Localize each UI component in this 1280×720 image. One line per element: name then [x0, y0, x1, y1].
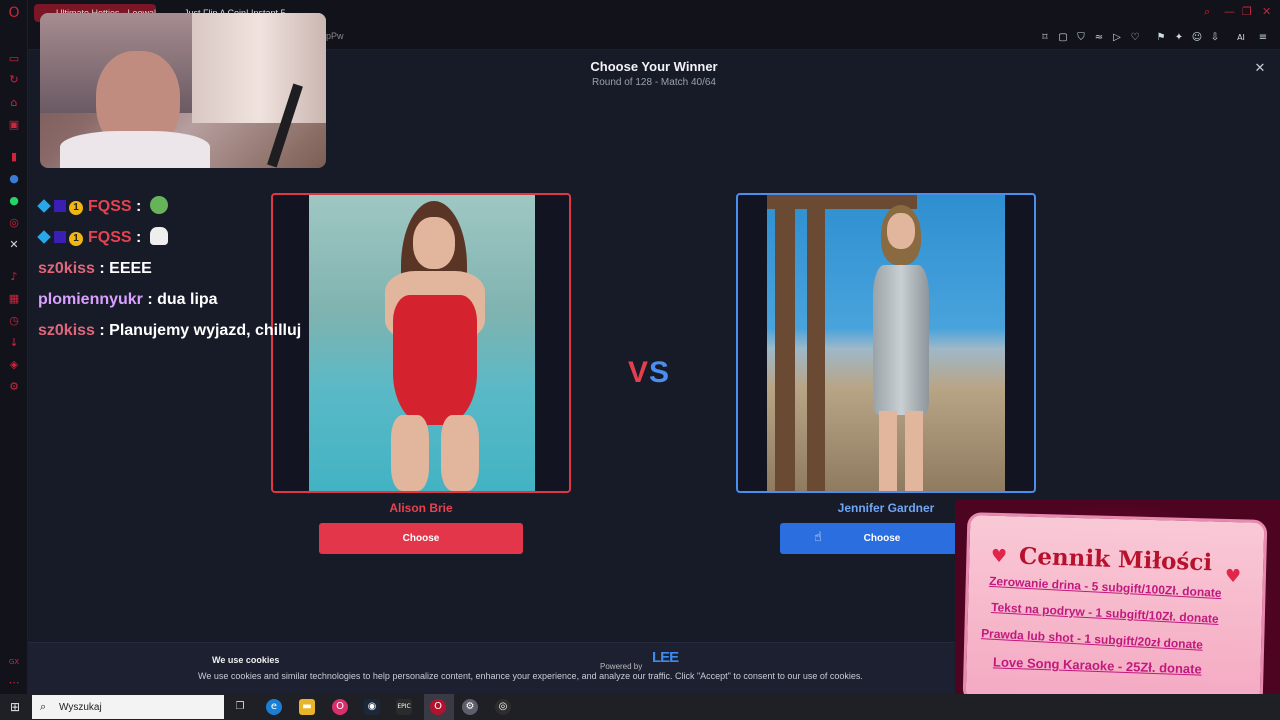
webcam-curtain [192, 13, 326, 123]
history-icon[interactable]: ◷ [7, 314, 21, 328]
chat-message: sz0kiss : EEEE [38, 260, 152, 277]
emote-icon [149, 196, 168, 214]
speed-dial-icon[interactable]: ↻ [7, 73, 21, 87]
powered-by-label: Powered by [600, 662, 643, 671]
shield-icon[interactable]: ⛉ [1074, 31, 1088, 45]
file-explorer-icon[interactable]: ▬ [299, 699, 315, 715]
opera-active-icon[interactable]: O [430, 699, 446, 715]
powered-by-logo[interactable]: LEE [652, 650, 679, 665]
chat-username: sz0kiss [38, 260, 95, 277]
minimize-icon[interactable]: — [1224, 5, 1235, 18]
url-text[interactable]: pPw [326, 31, 344, 41]
opera-gx-icon[interactable]: O [332, 699, 348, 715]
gift-badge-icon: 1 [69, 201, 83, 215]
task-view-icon[interactable]: ❐ [232, 699, 248, 715]
heart-icon: ♥ [991, 546, 1008, 567]
chat-message: 1 FQSS : [37, 195, 168, 219]
choose-left-button[interactable]: Choose [319, 523, 523, 554]
taskbar-search-input[interactable]: ⌕ Wyszukaj [32, 695, 224, 719]
wallet-icon[interactable]: ▭ [7, 52, 21, 66]
chat-text: Planujemy wyjazd, chilluj [109, 322, 302, 339]
instagram-icon[interactable]: ◎ [7, 216, 21, 230]
heart-icon[interactable]: ♡ [1128, 31, 1142, 45]
translate-icon[interactable]: ≈ [1092, 31, 1106, 45]
chat-message: plomiennyukr : dua lipa [38, 291, 218, 308]
chat-username: sz0kiss [38, 322, 95, 339]
cube-icon[interactable]: ◈ [7, 358, 21, 372]
snapshot-icon[interactable]: ▢ [1056, 31, 1070, 45]
windows-taskbar: ⊞ ⌕ Wyszukaj ❐ e ▬ O ◉ EPIC O ⚙ ◎ [0, 694, 1280, 720]
subscriber-badge-icon [54, 231, 66, 243]
gift-badge-icon: 1 [69, 232, 83, 246]
streamer-shirt [60, 131, 210, 168]
vs-label: VS [628, 356, 671, 389]
bookmark-icon[interactable]: ⌑ [1038, 31, 1052, 45]
jennifer-gardner-photo[interactable] [767, 195, 1005, 491]
search-placeholder: Wyszukaj [59, 702, 102, 713]
ai-icon[interactable]: AI [1232, 31, 1250, 45]
chat-overlay: 1 FQSS : 1 FQSS : sz0kiss : EEEE plomienny… [32, 192, 301, 347]
edge-icon[interactable]: e [266, 699, 282, 715]
hand-cursor-icon: ☝ [814, 530, 822, 545]
emote-icon [149, 227, 168, 245]
messenger-icon[interactable]: ● [7, 172, 21, 186]
music-icon[interactable]: ♪ [7, 270, 21, 284]
download-icon[interactable]: ↓ [7, 336, 21, 350]
contestant-name-left: Alison Brie [389, 501, 453, 515]
browser-sidebar: O ▭ ↻ ⌂ ▣ ▮ ● ● ◎ ✕ ♪ ▦ ◷ ↓ ◈ ⚙ GX ⋯ [0, 0, 28, 694]
contestant-card-right[interactable] [736, 193, 1036, 493]
cookie-text: We use cookies and similar technologies … [198, 671, 863, 681]
windows-start-icon[interactable]: ⊞ [8, 700, 22, 714]
play-icon[interactable]: ▷ [1110, 31, 1124, 45]
chat-username: FQSS [88, 198, 132, 215]
epic-games-icon[interactable]: EPIC [396, 699, 412, 715]
chat-username: FQSS [88, 229, 132, 246]
screen: O ▭ ↻ ⌂ ▣ ▮ ● ● ◎ ✕ ♪ ▦ ◷ ↓ ◈ ⚙ GX ⋯ Ult… [0, 0, 1280, 720]
steam-icon[interactable]: ◉ [364, 699, 380, 715]
settings-icon[interactable]: ⚙ [7, 380, 21, 394]
close-icon[interactable]: ✕ [1252, 61, 1268, 77]
chat-text: EEEE [109, 260, 152, 277]
search-icon: ⌕ [40, 700, 47, 713]
downloads-icon[interactable]: ⇩ [1208, 31, 1222, 45]
chat-message: sz0kiss : Planujemy wyjazd, chilluj [38, 322, 302, 339]
extension-icon[interactable]: ⚑ [1154, 31, 1168, 45]
obs-icon[interactable]: ◎ [495, 699, 511, 715]
maximize-icon[interactable]: ❐ [1242, 5, 1252, 18]
alison-brie-photo[interactable] [309, 195, 535, 491]
cookie-title: We use cookies [212, 655, 280, 665]
chat-text: dua lipa [157, 291, 218, 308]
webcam-overlay [40, 13, 326, 168]
heart-icon: ♥ [1225, 566, 1242, 587]
prime-badge-icon [37, 230, 51, 244]
apps-icon[interactable]: ▦ [7, 292, 21, 306]
chat-message: 1 FQSS : [37, 226, 168, 250]
puzzle-icon[interactable]: ✦ [1172, 31, 1186, 45]
bag-icon[interactable]: ⌂ [7, 96, 21, 110]
subscriber-badge-icon [54, 200, 66, 212]
gx-icon[interactable]: GX [7, 655, 21, 669]
opera-logo-icon[interactable]: O [7, 6, 21, 20]
chat-username: plomiennyukr [38, 291, 143, 308]
more-icon[interactable]: ⋯ [7, 676, 21, 690]
close-window-icon[interactable]: ✕ [1262, 5, 1271, 18]
settings-app-icon[interactable]: ⚙ [462, 699, 478, 715]
search-tabs-icon[interactable]: ⌕ [1204, 5, 1210, 19]
gamepad-icon[interactable]: ▣ [7, 118, 21, 132]
whatsapp-icon[interactable]: ● [7, 194, 21, 208]
price-list-overlay: ♥ Cennik Miłości ♥ Zerowanie drina - 5 s… [955, 500, 1280, 720]
menu-icon[interactable]: ≡ [1256, 31, 1270, 45]
prime-badge-icon [37, 199, 51, 213]
x-icon[interactable]: ✕ [7, 238, 21, 252]
choose-right-button[interactable]: Choose [780, 523, 984, 554]
contestant-card-left[interactable] [271, 193, 571, 493]
profile-icon[interactable]: ☺ [1190, 31, 1204, 45]
twitch-icon[interactable]: ▮ [7, 150, 21, 164]
